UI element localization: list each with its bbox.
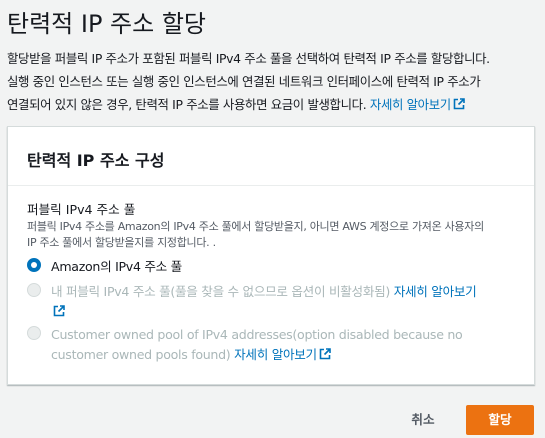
option-my-public-pool: 내 퍼블릭 IPv4 주소 풀(풀을 찾을 수 없으므로 옵션이 비활성화됨) …	[27, 282, 477, 322]
intro-line-3: 연결되어 있지 않은 경우, 탄력적 IP 주소를 사용하면 요금이 발생합니다…	[7, 93, 542, 116]
option-my-public-pool-label: 내 퍼블릭 IPv4 주소 풀(풀을 찾을 수 없으므로 옵션이 비활성화됨)	[51, 284, 390, 299]
intro-line-1: 할당받을 퍼블릭 IP 주소가 포함된 퍼블릭 IPv4 주소 풀을 선택하여 …	[7, 51, 490, 66]
allocate-button[interactable]: 할당	[466, 405, 534, 435]
external-link-icon	[453, 98, 465, 110]
option-customer-owned-pool: Customer owned pool of IPv4 addresses(op…	[27, 325, 463, 365]
learn-more-link[interactable]: 자세히 알아보기	[370, 97, 465, 112]
option-my-public-pool-text: 내 퍼블릭 IPv4 주소 풀(풀을 찾을 수 없으므로 옵션이 비활성화됨) …	[51, 282, 477, 322]
customer-pool-learn-more-label: 자세히 알아보기	[234, 347, 317, 362]
intro-description: 할당받을 퍼블릭 IP 주소가 포함된 퍼블릭 IPv4 주소 풀을 선택하여 …	[7, 47, 542, 116]
my-pool-learn-more-link[interactable]: 자세히 알아보기	[394, 284, 477, 299]
eip-config-panel: 탄력적 IP 주소 구성 퍼블릭 IPv4 주소 풀 퍼블릭 IPv4 주소를 …	[7, 126, 535, 385]
option-customer-owned-label-1: Customer owned pool of IPv4 addresses(op…	[51, 327, 463, 342]
pool-desc-line-1: 퍼블릭 IPv4 주소를 Amazon의 IPv4 주소 풀에서 할당받을지, …	[27, 220, 484, 233]
page-title: 탄력적 IP 주소 할당	[7, 10, 206, 38]
pool-field-description: 퍼블릭 IPv4 주소를 Amazon의 IPv4 주소 풀에서 할당받을지, …	[27, 219, 527, 251]
radio-my-public-pool	[27, 283, 41, 297]
panel-title: 탄력적 IP 주소 구성	[27, 151, 165, 170]
cancel-button[interactable]: 취소	[398, 406, 448, 434]
option-customer-owned-label-2: customer owned pools found)	[51, 347, 231, 362]
intro-line-2: 실행 중인 인스턴스 또는 실행 중인 인스턴스에 연결된 네트워크 인터페이스…	[7, 74, 481, 89]
radio-customer-owned-pool	[27, 326, 41, 340]
external-link-icon	[53, 305, 65, 317]
intro-line-3-text: 연결되어 있지 않은 경우, 탄력적 IP 주소를 사용하면 요금이 발생합니다…	[7, 97, 367, 112]
option-customer-owned-pool-text: Customer owned pool of IPv4 addresses(op…	[51, 325, 463, 365]
option-amazon-pool-label: Amazon의 IPv4 주소 풀	[51, 259, 182, 274]
pool-desc-line-2: IP 주소 풀에서 할당받을지를 지정합니다. .	[27, 236, 216, 249]
radio-amazon-pool[interactable]	[27, 258, 41, 272]
external-link-icon	[319, 348, 331, 360]
panel-body: 퍼블릭 IPv4 주소 풀 퍼블릭 IPv4 주소를 Amazon의 IPv4 …	[8, 186, 534, 251]
customer-pool-learn-more-link[interactable]: 자세히 알아보기	[234, 347, 331, 362]
pool-field-label: 퍼블릭 IPv4 주소 풀	[27, 202, 136, 217]
option-amazon-pool[interactable]: Amazon의 IPv4 주소 풀	[27, 257, 182, 277]
panel-header: 탄력적 IP 주소 구성	[8, 127, 534, 186]
learn-more-label: 자세히 알아보기	[369, 97, 451, 112]
